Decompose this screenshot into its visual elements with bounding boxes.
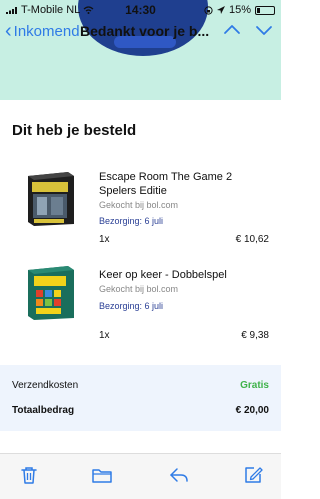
chevron-left-icon: ‹ — [5, 20, 12, 42]
orientation-lock-icon — [204, 5, 213, 15]
bottom-toolbar — [0, 453, 281, 499]
shipping-label: Verzendkosten — [12, 380, 79, 391]
order-totals: Verzendkosten Gratis Totaalbedrag € 20,0… — [0, 365, 281, 431]
product-shop: Gekocht bij bol.com — [99, 284, 179, 294]
battery-icon — [255, 5, 275, 15]
reply-icon — [170, 468, 188, 482]
product-delivery: Bezorging: 6 juli — [99, 216, 164, 226]
status-right: 15% — [204, 4, 275, 16]
shipping-value: Gratis — [240, 380, 269, 391]
folder-icon — [92, 469, 112, 483]
product-name: Escape Room The Game 2 Spelers Editie — [99, 171, 233, 197]
nav-bar: ‹ Inkomend Bedankt voor je b... — [0, 18, 281, 46]
location-icon — [216, 5, 225, 14]
message-nav — [223, 21, 273, 39]
product-quantity: 1x — [99, 330, 110, 341]
reply-button[interactable] — [168, 464, 190, 486]
shipping-row: Verzendkosten Gratis — [12, 380, 269, 391]
move-folder-button[interactable] — [91, 464, 113, 486]
status-bar: T-Mobile NL 14:30 15% — [0, 0, 281, 20]
chevron-up-icon[interactable] — [223, 21, 241, 39]
back-label: Inkomend — [13, 22, 80, 40]
product-image-escape-room — [28, 172, 74, 226]
product-quantity: 1x — [99, 234, 110, 245]
trash-icon — [21, 467, 37, 484]
total-row: Totaalbedrag € 20,00 — [12, 405, 269, 416]
product-name: Keer op keer - Dobbelspel — [99, 269, 227, 281]
compose-button[interactable] — [242, 464, 264, 486]
compose-icon — [245, 467, 263, 483]
total-label: Totaalbedrag — [12, 405, 75, 416]
chevron-down-icon[interactable] — [255, 21, 273, 39]
order-card: Dit heb je besteld Escape Room The Game … — [0, 100, 281, 362]
email-body-bottom — [0, 431, 281, 453]
product-image-keer-op-keer — [28, 266, 74, 320]
product-shop: Gekocht bij bol.com — [99, 200, 179, 210]
battery-percent: 15% — [228, 4, 251, 16]
trash-button[interactable] — [18, 464, 40, 486]
product-price: € 9,38 — [241, 330, 269, 341]
order-heading: Dit heb je besteld — [12, 122, 137, 139]
product-price: € 10,62 — [235, 234, 269, 245]
total-value: € 20,00 — [235, 405, 269, 416]
product-delivery: Bezorging: 6 juli — [99, 301, 164, 311]
back-button[interactable]: ‹ Inkomend — [5, 20, 80, 42]
email-subject: Bedankt voor je b... — [80, 23, 210, 39]
